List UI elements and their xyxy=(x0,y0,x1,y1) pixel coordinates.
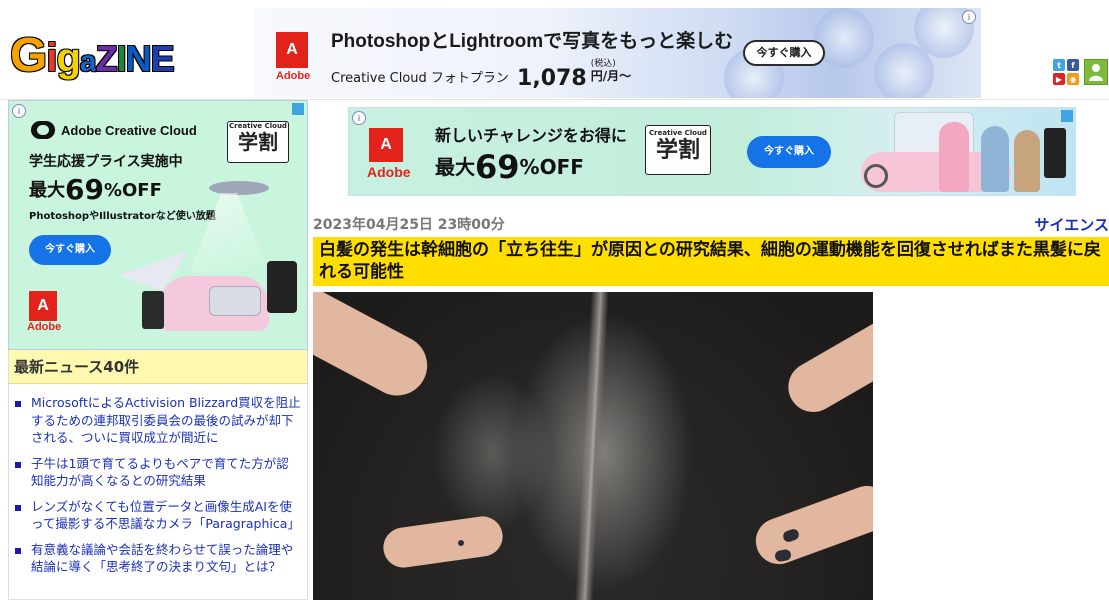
side-ad-line3: PhotoshopやIllustratorなど使い放題 xyxy=(29,211,216,222)
main-ad-discount: 最大69%OFF xyxy=(435,148,584,186)
news-link[interactable]: MicrosoftによるActivision Blizzard買収を阻止するため… xyxy=(31,394,301,447)
main-ad-buy-button[interactable]: 今すぐ購入 xyxy=(747,136,831,168)
bullet-icon xyxy=(15,547,21,554)
ad-info-icon[interactable]: i xyxy=(962,10,976,24)
ufo-illustration xyxy=(209,181,269,195)
light-beam-illustration xyxy=(189,193,269,273)
bullet-icon xyxy=(15,461,21,468)
laptop-illustration xyxy=(209,286,261,316)
latest-news-list: MicrosoftによるActivision Blizzard買収を阻止するため… xyxy=(9,384,307,576)
creative-cloud-brand: Adobe Creative Cloud xyxy=(31,121,197,139)
news-link[interactable]: 子牛は1頭で育てるよりもペアで育てた方が認知能力が高くなるとの研究結果 xyxy=(31,455,301,490)
article-headline: 白髪の発生は幹細胞の「立ち往生」が原因との研究結果、細胞の運動機能を回復させれば… xyxy=(313,237,1109,286)
student-discount-badge: Creative Cloud 学割 xyxy=(227,121,289,163)
phone-app-illustration xyxy=(267,261,297,313)
article-date: 2023年04月25日 23時00分 xyxy=(313,217,505,233)
student-illustration xyxy=(981,126,1009,192)
adchoices-icon[interactable] xyxy=(292,103,304,115)
article-photo xyxy=(313,292,873,600)
article-category-link[interactable]: サイエンス xyxy=(1034,214,1109,235)
news-list-item: 有意義な議論や会話を終わらせて誤った論理や結論に導く「思考終了の決まり文句」とは… xyxy=(13,541,301,576)
news-list-item: 子牛は1頭で育てるよりもペアで育てた方が認知能力が高くなるとの研究結果 xyxy=(13,455,301,490)
news-list-item: レンズがなくても位置データと画像生成AIを使って撮影する不思議なカメラ「Para… xyxy=(13,498,301,533)
nail-image xyxy=(458,540,464,546)
adobe-logo-icon: A xyxy=(369,128,403,162)
adobe-brand-text: Adobe xyxy=(367,164,411,180)
creative-cloud-icon xyxy=(31,121,55,139)
main-ad-line1: 新しいチャレンジをお得に xyxy=(435,126,627,145)
article-meta: 2023年04月25日 23時00分 サイエンス xyxy=(313,214,1109,234)
dark-panel-illustration xyxy=(142,291,164,329)
bicycle-illustration xyxy=(864,164,888,188)
student-illustration xyxy=(939,122,969,192)
top-banner-ad[interactable]: A Adobe PhotoshopとLightroomで写真をもっと楽しむ Cr… xyxy=(254,8,981,98)
site-header: GigaZINE A Adobe PhotoshopとLightroomで写真を… xyxy=(0,0,1109,100)
adobe-logo-icon: A xyxy=(276,32,308,68)
user-account-icon[interactable] xyxy=(1084,59,1108,85)
site-logo[interactable]: GigaZINE xyxy=(10,32,175,80)
top-ad-price: 1,078 xyxy=(517,65,587,91)
top-ad-buy-button[interactable]: 今すぐ購入 xyxy=(743,40,825,66)
phone-app-illustration xyxy=(1044,128,1066,178)
social-links: t ▶ f ◉ xyxy=(1053,59,1079,85)
latest-news-box: 最新ニュース40件 MicrosoftによるActivision Blizzar… xyxy=(8,350,308,600)
twitter-icon[interactable]: t xyxy=(1053,59,1065,71)
news-link[interactable]: レンズがなくても位置データと画像生成AIを使って撮影する不思議なカメラ「Para… xyxy=(31,498,301,533)
bullet-icon xyxy=(15,504,21,511)
ad-info-icon[interactable]: i xyxy=(12,104,26,118)
top-ad-headline: PhotoshopとLightroomで写真をもっと楽しむ xyxy=(331,31,734,52)
adobe-brand-text: Adobe xyxy=(276,70,311,82)
sidebar-ad[interactable]: i Adobe Creative Cloud Creative Cloud 学割… xyxy=(8,100,308,350)
student-illustration xyxy=(1014,130,1040,192)
ad-info-icon[interactable]: i xyxy=(352,111,366,125)
news-link[interactable]: 有意義な議論や会話を終わらせて誤った論理や結論に導く「思考終了の決まり文句」とは… xyxy=(31,541,301,576)
adobe-brand-text: Adobe xyxy=(27,321,62,333)
latest-news-title: 最新ニュース40件 xyxy=(9,350,307,384)
news-list-item: MicrosoftによるActivision Blizzard買収を阻止するため… xyxy=(13,394,301,447)
youtube-icon[interactable]: ▶ xyxy=(1053,73,1065,85)
facebook-icon[interactable]: f xyxy=(1067,59,1079,71)
side-ad-line1: 学生応援プライス実施中 xyxy=(29,154,183,170)
side-ad-buy-button[interactable]: 今すぐ購入 xyxy=(29,235,111,265)
bullet-icon xyxy=(15,401,21,407)
rss-icon[interactable]: ◉ xyxy=(1067,73,1079,85)
adchoices-icon[interactable] xyxy=(1061,110,1073,122)
top-ad-plan: Creative Cloud フォトプラン 1,078 (税込) 円/月〜 xyxy=(331,59,632,91)
adobe-logo-icon: A xyxy=(29,291,57,321)
student-discount-badge: Creative Cloud 学割 xyxy=(645,125,711,175)
side-ad-discount: 最大69%OFF xyxy=(29,173,162,206)
main-banner-ad[interactable]: i A Adobe 新しいチャレンジをお得に 最大69%OFF Creative… xyxy=(348,107,1076,196)
